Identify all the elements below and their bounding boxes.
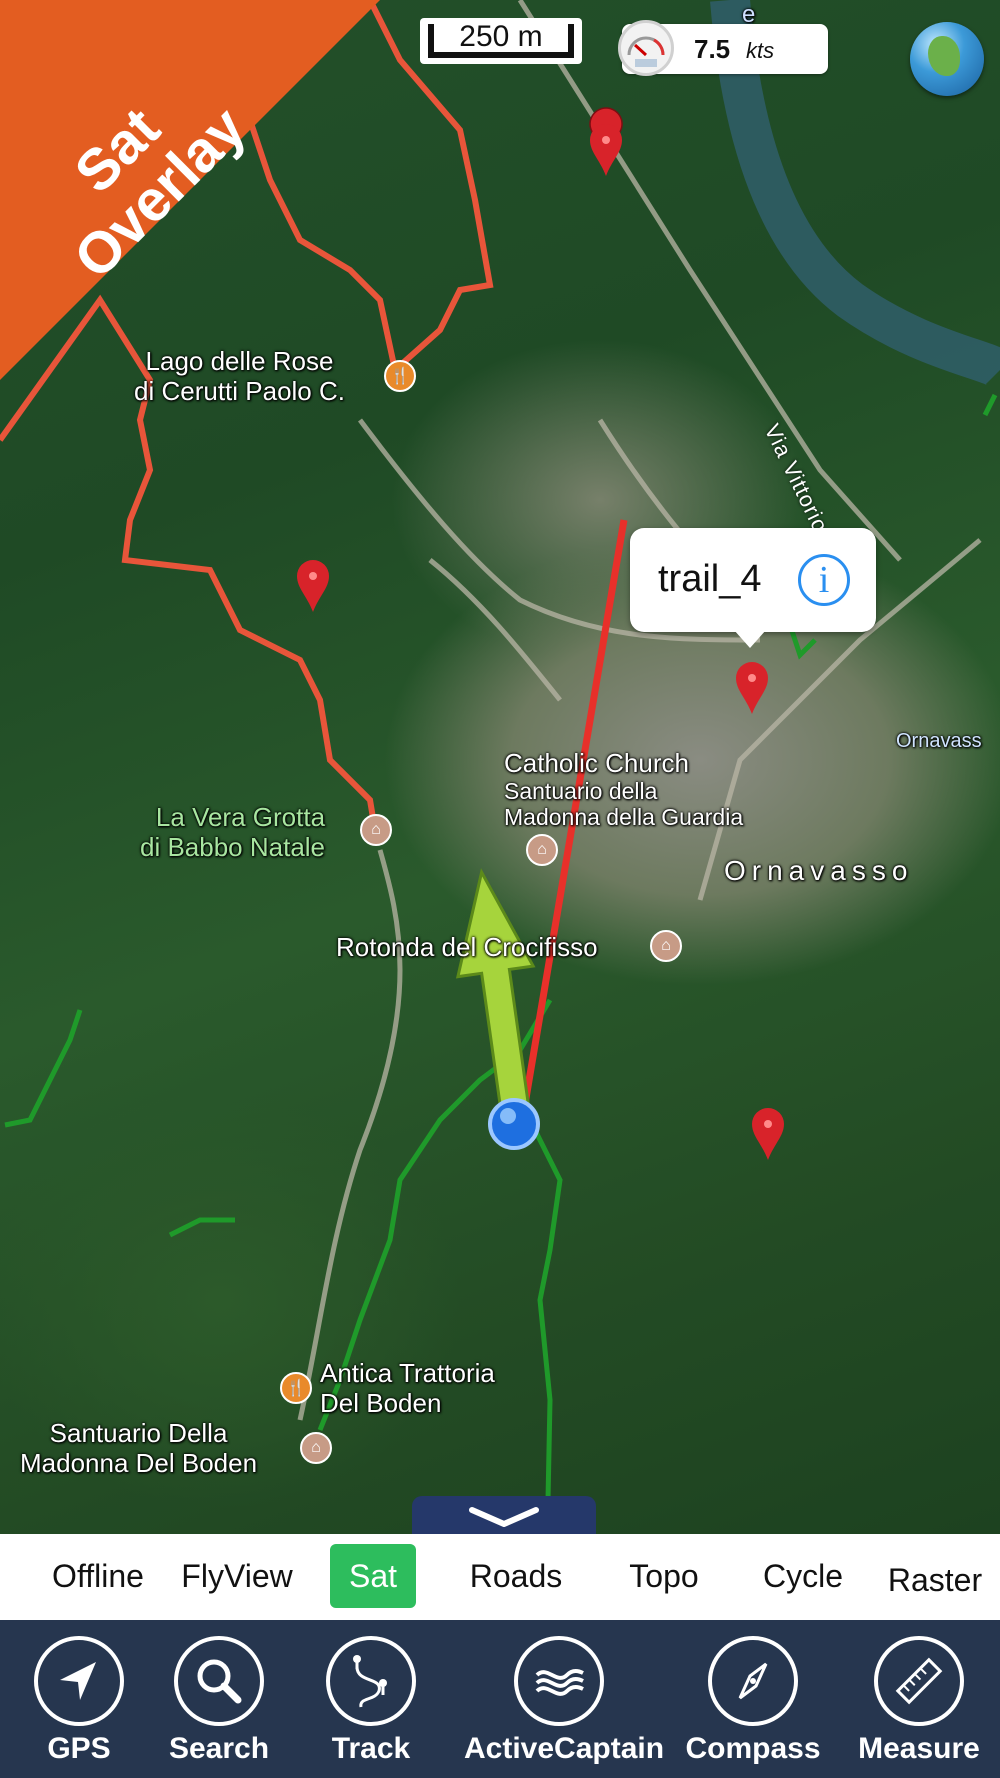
tab-flyview[interactable]: FlyView [172,1544,302,1608]
map-layer-tabs: Offline FlyView Sat Roads Topo Cycle Ras… [0,1534,1000,1620]
speedometer-icon [618,20,674,76]
gps-button[interactable]: GPS [4,1636,154,1776]
chapel-icon[interactable]: ⌂ [650,930,682,962]
bottom-toolbar: GPS Search Track ActiveCaptain Compass M… [0,1620,1000,1778]
restaurant-icon[interactable]: 🍴 [384,360,416,392]
activecaptain-label: ActiveCaptain [464,1732,665,1765]
label-lago-delle-rose: Lago delle Rose di Cerutti Paolo C. [134,346,345,406]
measure-button[interactable]: Measure [844,1636,994,1776]
chevron-down-icon [469,1507,539,1527]
speed-unit: kts [746,38,775,63]
speed-indicator[interactable]: 7.5 kts [618,20,828,76]
pin-2 [297,560,329,612]
compass-label: Compass [685,1732,821,1765]
tab-topo[interactable]: Topo [616,1544,712,1608]
pin-1 [590,124,622,176]
tab-raster[interactable]: Raster [880,1548,990,1612]
collapse-panel-button[interactable] [412,1496,596,1534]
activecaptain-button[interactable]: ActiveCaptain [464,1636,664,1776]
speed-value: 7.5 [694,34,731,64]
scale-label: 250 m [459,20,543,53]
gps-label: GPS [47,1732,111,1765]
tab-offline[interactable]: Offline [36,1544,160,1608]
track-label: Track [331,1732,411,1765]
waves-icon [514,1636,604,1726]
label-grotta: La Vera Grotta di Babbo Natale [140,802,326,862]
globe-icon[interactable] [910,22,984,96]
label-ornavasso: Ornavasso [724,855,914,886]
restaurant-icon-2[interactable]: 🍴 [280,1372,312,1404]
satellite-map[interactable]: Lago delle Rose di Cerutti Paolo C. 🍴 La… [0,0,1000,1534]
tab-sat[interactable]: Sat [330,1544,416,1608]
label-rotonda: Rotonda del Crocifisso [336,932,598,962]
track-path-icon [326,1636,416,1726]
tab-cycle[interactable]: Cycle [754,1544,852,1608]
magnifier-icon [174,1636,264,1726]
search-label: Search [168,1732,270,1765]
waypoint-layer [297,124,784,1160]
label-santuario-boden: Santuario Della Madonna Del Boden [20,1418,258,1478]
track-button[interactable]: Track [296,1636,446,1776]
label-ornavasso-edge: Ornavass [896,730,982,752]
landmark-icon[interactable]: ⌂ [360,814,392,846]
scale-bar: 250 m [420,18,582,64]
label-trattoria: Antica Trattoria Del Boden [320,1358,495,1418]
info-icon[interactable]: i [798,554,850,606]
compass-button[interactable]: Compass [678,1636,828,1776]
church-icon-2[interactable]: ⌂ [300,1432,332,1464]
navigation-arrow-icon [34,1636,124,1726]
pin-3 [736,662,768,714]
label-catholic-church: Catholic Church [504,748,689,778]
tab-roads[interactable]: Roads [460,1544,572,1608]
pin-4 [752,1108,784,1160]
waypoint-popup[interactable]: trail_4 i [630,528,876,648]
label-santuario-guardia: Santuario della Madonna della Guardia [504,778,744,830]
ruler-icon [874,1636,964,1726]
popup-name: trail_4 [658,558,762,600]
search-button[interactable]: Search [144,1636,294,1776]
church-icon[interactable]: ⌂ [526,834,558,866]
compass-icon [708,1636,798,1726]
measure-label: Measure [858,1732,980,1765]
